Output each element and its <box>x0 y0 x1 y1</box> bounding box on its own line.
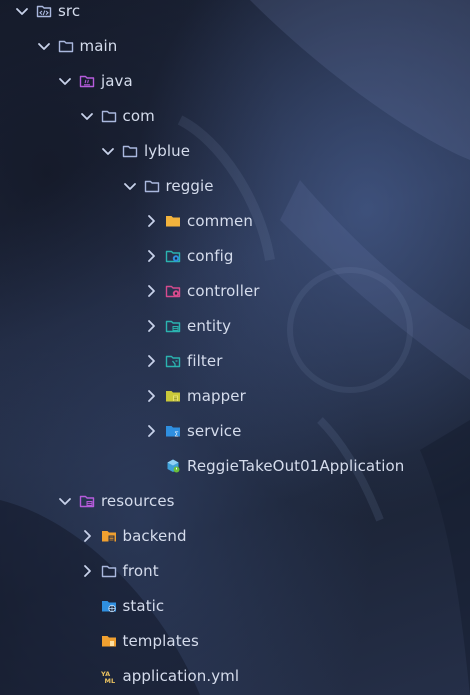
static-folder-icon <box>100 598 118 614</box>
tree-item-entity[interactable]: entity <box>0 308 470 343</box>
chevron-right-icon[interactable] <box>143 423 159 439</box>
chevron-down-icon[interactable] <box>14 3 30 19</box>
tree-item-java[interactable]: java <box>0 63 470 98</box>
tree-item-main[interactable]: main <box>0 28 470 63</box>
tree-item-label: main <box>79 36 118 55</box>
folder-yellow-icon <box>164 213 182 229</box>
chevron-right-icon[interactable] <box>143 318 159 334</box>
tree-item-controller[interactable]: controller <box>0 273 470 308</box>
chevron-down-icon[interactable] <box>57 493 73 509</box>
resources-folder-icon <box>78 493 96 509</box>
tree-item-src[interactable]: src <box>0 0 470 28</box>
templates-folder-icon <box>100 633 118 649</box>
package-folder-icon <box>100 108 118 124</box>
controller-folder-icon <box>164 283 182 299</box>
chevron-right-icon[interactable] <box>143 248 159 264</box>
chevron-down-icon[interactable] <box>57 73 73 89</box>
folder-icon <box>100 563 118 579</box>
tree-item-label: ReggieTakeOut01Application <box>187 456 405 475</box>
tree-item-com[interactable]: com <box>0 98 470 133</box>
tree-item-label: controller <box>187 281 260 300</box>
tree-item-application-yml[interactable]: YA ML application.yml <box>0 658 470 693</box>
service-folder-icon: Σ <box>164 423 182 439</box>
tree-item-front[interactable]: front <box>0 553 470 588</box>
tree-item-resources[interactable]: resources <box>0 483 470 518</box>
chevron-down-icon[interactable] <box>100 143 116 159</box>
backend-folder-icon <box>100 528 118 544</box>
config-folder-icon <box>164 248 182 264</box>
java-source-folder-icon <box>78 73 96 89</box>
tree-item-label: config <box>187 246 234 265</box>
chevron-right-icon[interactable] <box>143 353 159 369</box>
entity-folder-icon <box>164 318 182 334</box>
tree-item-label: com <box>122 106 155 125</box>
chevron-right-icon[interactable] <box>79 563 95 579</box>
tree-item-reggietakeout01application[interactable]: ReggieTakeOut01Application <box>0 448 470 483</box>
folder-icon <box>57 38 75 54</box>
tree-item-label: reggie <box>165 176 214 195</box>
package-folder-icon <box>143 178 161 194</box>
chevron-right-icon[interactable] <box>143 283 159 299</box>
tree-item-static[interactable]: static <box>0 588 470 623</box>
tree-item-reggie[interactable]: reggie <box>0 168 470 203</box>
tree-item-service[interactable]: Σservice <box>0 413 470 448</box>
tree-item-mapper[interactable]: mapper <box>0 378 470 413</box>
filter-folder-icon <box>164 353 182 369</box>
tree-item-label: java <box>101 71 133 90</box>
tree-item-label: resources <box>101 491 175 510</box>
tree-item-commen[interactable]: commen <box>0 203 470 238</box>
tree-item-filter[interactable]: filter <box>0 343 470 378</box>
chevron-right-icon[interactable] <box>143 388 159 404</box>
svg-text:Σ: Σ <box>174 430 178 438</box>
tree-item-templates[interactable]: templates <box>0 623 470 658</box>
chevron-down-icon[interactable] <box>79 108 95 124</box>
tree-item-label: templates <box>122 631 199 650</box>
chevron-down-icon[interactable] <box>36 38 52 54</box>
tree-item-label: static <box>122 596 165 615</box>
tree-item-label: application.yml <box>122 666 240 685</box>
chevron-down-icon[interactable] <box>122 178 138 194</box>
tree-item-backend[interactable]: backend <box>0 518 470 553</box>
svg-text:ML: ML <box>104 677 115 684</box>
chevron-right-icon[interactable] <box>79 528 95 544</box>
chevron-right-icon[interactable] <box>143 213 159 229</box>
tree-item-label: mapper <box>187 386 246 405</box>
tree-item-label: src <box>58 1 81 20</box>
yaml-file-icon: YA ML <box>100 668 118 684</box>
tree-item-label: front <box>122 561 159 580</box>
tree-item-label: service <box>187 421 242 440</box>
package-folder-icon <box>121 143 139 159</box>
mapper-folder-icon <box>164 388 182 404</box>
source-folder-icon <box>35 3 53 19</box>
tree-item-label: entity <box>187 316 232 335</box>
tree-item-config[interactable]: config <box>0 238 470 273</box>
spring-boot-app-icon <box>164 458 182 474</box>
tree-item-label: lyblue <box>144 141 191 160</box>
tree-item-lyblue[interactable]: lyblue <box>0 133 470 168</box>
tree-item-label: commen <box>187 211 253 230</box>
tree-item-label: backend <box>122 526 187 545</box>
tree-item-label: filter <box>187 351 223 370</box>
